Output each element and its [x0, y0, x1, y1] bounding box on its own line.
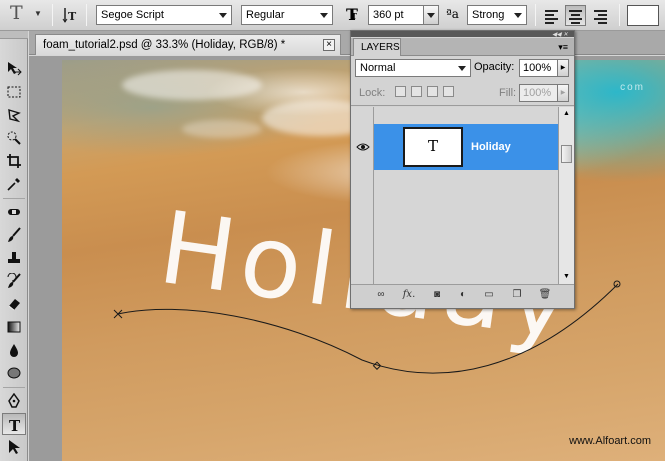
quick-selection-tool-icon[interactable]: [2, 127, 26, 149]
fill-label: Fill:: [499, 87, 517, 99]
opacity-label: Opacity:: [474, 61, 515, 73]
blend-mode-value: Normal: [360, 62, 396, 74]
align-center-button[interactable]: [565, 5, 586, 26]
new-group-icon[interactable]: ▭: [481, 289, 497, 303]
brush-tool-icon[interactable]: [2, 224, 26, 246]
lock-transparency-icon[interactable]: [395, 86, 406, 97]
path-anchor[interactable]: [613, 280, 621, 288]
chevron-down-icon[interactable]: ▼: [34, 9, 42, 18]
text-layer-thumbnail: T: [403, 127, 463, 167]
separator: [3, 387, 25, 388]
layers-panel: ◀◀ ✕ LAYERS ▾≡ Normal Opacity: 100% ▶ Lo…: [350, 30, 575, 309]
new-layer-icon[interactable]: ❐: [509, 289, 525, 303]
blur-tool-icon[interactable]: [2, 339, 26, 361]
chevron-down-icon: [458, 66, 466, 71]
layers-scrollbar[interactable]: ▲ ▼: [558, 107, 574, 284]
path-selection-tool-icon[interactable]: [2, 436, 26, 458]
adjustment-layer-icon[interactable]: ◐: [455, 289, 471, 303]
align-right-button[interactable]: [590, 5, 611, 26]
tool-preset-picker[interactable]: T: [10, 2, 23, 24]
layer-style-icon[interactable]: fx.: [401, 289, 417, 303]
separator: [351, 105, 574, 106]
chevron-down-icon: [219, 13, 227, 18]
lock-all-icon[interactable]: [443, 86, 454, 97]
type-tool-icon[interactable]: T: [2, 413, 26, 435]
font-style-value: Regular: [246, 9, 285, 21]
align-left-button[interactable]: [541, 5, 562, 26]
font-family-select[interactable]: Segoe Script: [96, 5, 232, 25]
layer-row-holiday[interactable]: T Holiday: [374, 124, 558, 170]
document-tab[interactable]: foam_tutorial2.psd @ 33.3% (Holiday, RGB…: [35, 34, 341, 55]
gradient-tool-icon[interactable]: [2, 316, 26, 338]
path-anchor[interactable]: [113, 309, 123, 319]
font-family-value: Segoe Script: [101, 9, 164, 21]
chevron-down-icon: [320, 13, 328, 18]
chevron-right-icon[interactable]: ▶: [557, 59, 569, 77]
delete-layer-icon[interactable]: 🗑: [537, 289, 553, 303]
opacity-value: 100%: [523, 62, 552, 74]
crop-tool-icon[interactable]: [2, 150, 26, 172]
blend-mode-select[interactable]: Normal: [355, 59, 471, 77]
layer-name: Holiday: [471, 141, 511, 153]
svg-text:T: T: [68, 10, 77, 23]
font-size-icon: TT: [346, 5, 358, 24]
tab-layers[interactable]: LAYERS: [353, 38, 401, 56]
font-style-select[interactable]: Regular: [241, 5, 333, 25]
clone-stamp-tool-icon[interactable]: [2, 247, 26, 269]
svg-text:T: T: [9, 417, 21, 433]
scroll-up-icon[interactable]: ▲: [559, 107, 574, 121]
history-brush-tool-icon[interactable]: [2, 270, 26, 292]
layer-mask-icon[interactable]: ◙: [429, 289, 445, 303]
lock-label: Lock:: [359, 87, 386, 99]
anti-alias-value: Strong: [472, 9, 505, 21]
anti-alias-icon: ªa: [446, 7, 459, 21]
opacity-field[interactable]: 100% ▶: [519, 59, 569, 77]
close-icon[interactable]: ×: [323, 39, 335, 51]
link-layers-icon[interactable]: ∞: [373, 289, 389, 303]
separator: [619, 4, 620, 26]
scroll-down-icon[interactable]: ▼: [559, 270, 574, 284]
options-bar: T ▼ T Segoe Script Regular TT 360 pt ªa …: [0, 0, 665, 31]
panel-menu-icon[interactable]: ▾≡: [558, 42, 568, 53]
separator: [52, 4, 53, 26]
photoshop-window: T ▼ T Segoe Script Regular TT 360 pt ªa …: [0, 0, 665, 461]
fill-value: 100%: [523, 87, 552, 99]
tools-panel: T: [0, 31, 28, 461]
panel-grip[interactable]: [0, 31, 28, 39]
eraser-tool-icon[interactable]: [2, 293, 26, 315]
marquee-tool-icon[interactable]: [2, 81, 26, 103]
chevron-down-icon: [514, 13, 522, 18]
anti-alias-select[interactable]: Strong: [467, 5, 527, 25]
panel-header-strip[interactable]: ◀◀ ✕: [351, 31, 574, 38]
dodge-tool-icon[interactable]: [2, 362, 26, 384]
healing-brush-tool-icon[interactable]: [2, 201, 26, 223]
chevron-right-icon[interactable]: ▶: [557, 84, 569, 102]
fill-field[interactable]: 100% ▶: [519, 84, 569, 102]
layer-list: T Holiday: [351, 107, 558, 284]
lock-pixels-icon[interactable]: [411, 86, 422, 97]
text-color-swatch[interactable]: [627, 5, 659, 26]
layers-footer: ∞ fx. ◙ ◐ ▭ ❐ 🗑: [351, 284, 574, 308]
lasso-tool-icon[interactable]: [2, 104, 26, 126]
eye-icon[interactable]: [355, 141, 371, 155]
font-size-field[interactable]: 360 pt: [368, 5, 439, 25]
collapse-icon[interactable]: ◀◀ ✕: [552, 31, 568, 38]
scrollbar-thumb[interactable]: [561, 145, 572, 163]
pen-tool-icon[interactable]: [2, 390, 26, 412]
text-orientation-icon: T: [62, 8, 77, 23]
move-tool-icon[interactable]: [2, 57, 26, 79]
lock-buttons: [395, 86, 461, 100]
eyedropper-tool-icon[interactable]: [2, 173, 26, 195]
separator: [3, 198, 25, 199]
lock-position-icon[interactable]: [427, 86, 438, 97]
text-orientation-toggle[interactable]: T: [62, 6, 78, 24]
watermark: www.Alfoart.com: [569, 435, 651, 447]
separator: [535, 4, 536, 26]
document-tab-title: foam_tutorial2.psd @ 33.3% (Holiday, RGB…: [43, 39, 286, 51]
chevron-down-icon: [427, 13, 435, 18]
separator: [86, 4, 87, 26]
font-size-value: 360 pt: [373, 9, 404, 21]
font-size-dropdown-button[interactable]: [423, 5, 439, 25]
